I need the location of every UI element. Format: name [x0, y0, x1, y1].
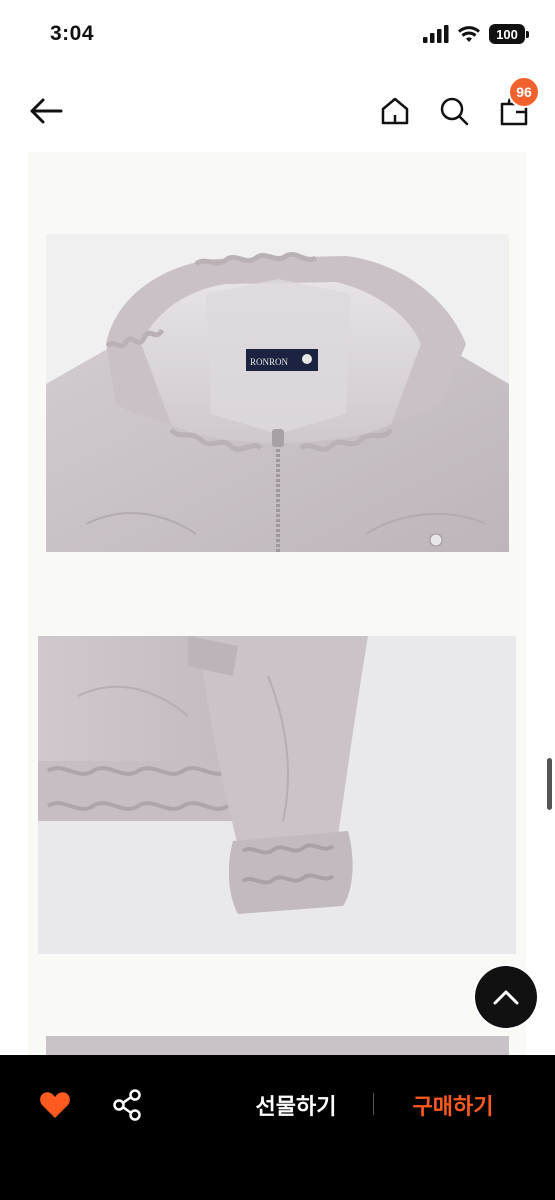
scroll-to-top-button[interactable]	[475, 966, 537, 1028]
gift-button[interactable]: 선물하기	[236, 1085, 356, 1125]
product-image-detail[interactable]	[46, 1036, 509, 1055]
battery-indicator: 100	[489, 24, 529, 44]
share-icon	[113, 1089, 141, 1121]
battery-cap	[526, 30, 529, 38]
sleeve-illustration	[38, 636, 516, 954]
like-button[interactable]	[36, 1087, 74, 1123]
battery-level: 100	[489, 24, 525, 44]
buy-button[interactable]: 구매하기	[392, 1085, 514, 1125]
signal-icon	[423, 25, 449, 43]
status-icons: 100	[423, 24, 529, 44]
home-icon	[381, 97, 409, 125]
heart-icon	[40, 1092, 70, 1118]
arrow-left-icon	[30, 98, 63, 124]
product-image-hood[interactable]: RONRON	[46, 234, 509, 552]
scroll-indicator[interactable]	[547, 758, 552, 810]
search-icon	[440, 97, 469, 126]
wifi-icon	[458, 26, 480, 42]
product-image-sleeve[interactable]	[38, 636, 516, 954]
top-navigation	[0, 70, 555, 152]
product-image-gallery: RONRON	[28, 152, 526, 1055]
home-button[interactable]	[375, 91, 415, 131]
action-divider	[373, 1093, 374, 1115]
product-detail-screen: 3:04 100 96 RONRON 선물하기 구매하기	[0, 0, 555, 1200]
status-time: 3:04	[50, 22, 95, 45]
chevron-up-icon	[493, 990, 519, 1005]
search-button[interactable]	[434, 91, 474, 131]
cart-count-badge: 96	[508, 76, 540, 108]
back-button[interactable]	[26, 91, 66, 131]
share-button[interactable]	[108, 1085, 146, 1125]
bottom-action-bar: 선물하기 구매하기	[0, 1055, 555, 1200]
hood-illustration: RONRON	[46, 234, 509, 552]
status-bar: 3:04 100	[0, 0, 555, 70]
brand-label-text: RONRON	[250, 357, 289, 367]
